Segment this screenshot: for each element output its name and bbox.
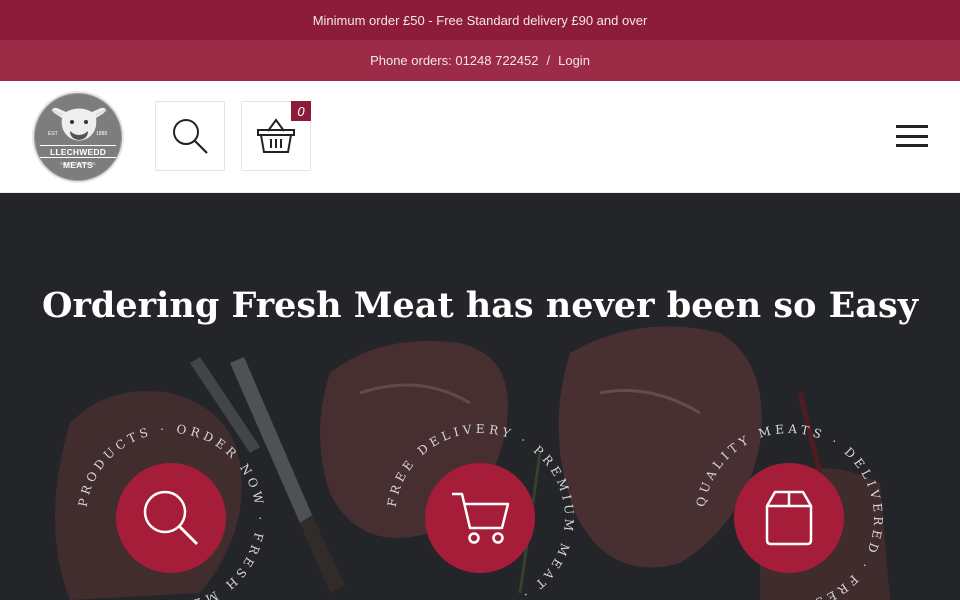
ring-text: PRODUCTS · ORDER NOW · FRESH MEAT · [76, 422, 263, 600]
circular-text-ring: QUALITY MEATS · DELIVERED · FRESH · [694, 422, 886, 600]
site-logo[interactable]: EST 1888 LLECHWEDD MEATS FAMILY BUSINESS [32, 91, 124, 183]
ring-text: QUALITY MEATS · DELIVERED · FRESH · [694, 422, 882, 600]
hamburger-line [896, 125, 928, 128]
circular-text-ring: PRODUCTS · ORDER NOW · FRESH MEAT · [76, 422, 267, 600]
basket-icon [257, 118, 295, 153]
logo-subtitle: FAMILY BUSINESS [60, 161, 96, 166]
logo-year: 1888 [96, 131, 108, 137]
delivery-notice: Minimum order £50 - Free Standard delive… [312, 12, 648, 28]
hamburger-line [896, 144, 928, 147]
site-header: EST 1888 LLECHWEDD MEATS FAMILY BUSINESS… [0, 81, 960, 193]
contact-bar: Phone orders: 01248 722452 / Login [0, 40, 960, 81]
feature-order-products[interactable]: PRODUCTS · ORDER NOW · FRESH MEAT · [76, 422, 263, 600]
hamburger-line [896, 134, 928, 138]
logo-est: EST [48, 131, 58, 137]
ring-text: FREE DELIVERY · PREMIUM MEAT · [385, 422, 573, 600]
svg-text:QUALITY MEATS · DELIVERED · FR: QUALITY MEATS · DELIVERED · FRESH · [694, 422, 886, 600]
top-notice-bar: Minimum order £50 - Free Standard delive… [0, 0, 960, 40]
cow-head-icon [51, 107, 107, 141]
logo-name: LLECHWEDD MEATS [40, 145, 116, 170]
svg-text:PRODUCTS · ORDER NOW · FRESH M: PRODUCTS · ORDER NOW · FRESH MEAT · [76, 422, 267, 600]
hero-banner: Ordering Fresh Meat has never been so Ea… [0, 193, 960, 600]
phone-orders: Phone orders: 01248 722452 [370, 53, 539, 68]
cart-button[interactable]: 0 [241, 101, 311, 171]
separator: / [546, 53, 551, 68]
feature-free-delivery[interactable]: FREE DELIVERY · PREMIUM MEAT · [385, 422, 573, 600]
hamburger-menu-button[interactable] [896, 125, 930, 149]
search-icon [173, 119, 208, 154]
hero-title: Ordering Fresh Meat has never been so Ea… [41, 285, 919, 326]
feature-quality-meats[interactable]: QUALITY MEATS · DELIVERED · FRESH · [694, 422, 882, 600]
svg-text:FREE DELIVERY · PREMIUM MEAT ·: FREE DELIVERY · PREMIUM MEAT · [385, 422, 577, 600]
search-button[interactable] [155, 101, 225, 171]
cart-count-badge: 0 [291, 101, 311, 121]
login-link[interactable]: Login [558, 53, 590, 68]
circular-text-ring: FREE DELIVERY · PREMIUM MEAT · [385, 422, 577, 600]
